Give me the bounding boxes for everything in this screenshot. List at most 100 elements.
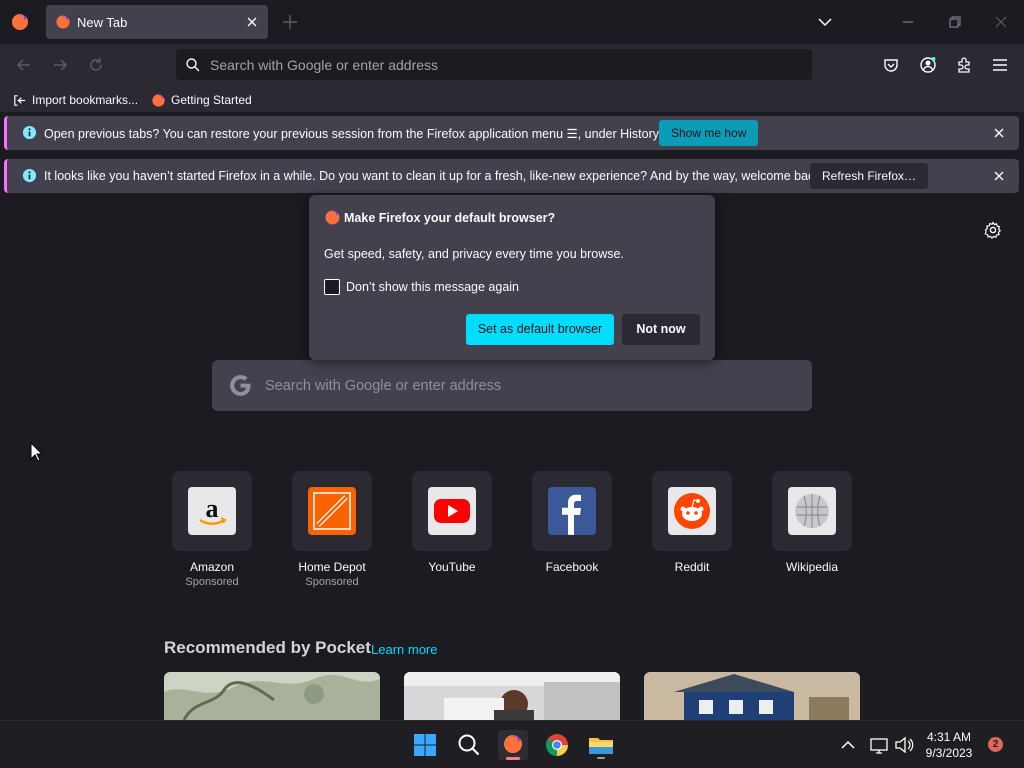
pocket-card[interactable] xyxy=(404,672,620,720)
clock-date: 9/3/2023 xyxy=(925,746,973,760)
refresh-firefox-message: It looks like you haven’t started Firefo… xyxy=(44,169,825,183)
google-icon xyxy=(228,373,253,398)
top-site-tile[interactable] xyxy=(292,471,372,551)
bookmarks-toolbar: Import bookmarks... Getting Started xyxy=(0,86,1024,112)
amazon-icon: a xyxy=(188,487,236,535)
navigation-bar: Search with Google or enter address xyxy=(0,44,1024,86)
top-site-tile[interactable]: a xyxy=(172,471,252,551)
top-site-tile[interactable] xyxy=(412,471,492,551)
refresh-firefox-notification: It looks like you haven’t started Firefo… xyxy=(4,159,1019,193)
top-site-facebook[interactable]: Facebook xyxy=(532,471,612,574)
mouse-cursor-icon xyxy=(30,442,44,462)
pocket-section-title: Recommended by Pocket xyxy=(164,638,371,657)
search-icon xyxy=(185,57,201,73)
chrome-icon[interactable] xyxy=(542,730,572,760)
firefox-tab-icon xyxy=(55,14,71,30)
import-bookmarks-label: Import bookmarks... xyxy=(32,93,139,107)
info-icon xyxy=(22,125,37,140)
dialog-title: Make Firefox your default browser? xyxy=(344,211,556,225)
pocket-icon[interactable] xyxy=(881,55,901,75)
info-icon xyxy=(22,168,37,183)
firefox-logo-icon[interactable] xyxy=(10,12,30,32)
forward-icon[interactable] xyxy=(50,55,70,75)
svg-text:a: a xyxy=(206,494,219,523)
top-site-name: Wikipedia xyxy=(785,560,839,574)
top-site-amazon[interactable]: a Amazon Sponsored xyxy=(172,471,252,588)
extensions-icon[interactable] xyxy=(954,55,974,75)
import-icon xyxy=(14,94,26,106)
close-window-icon[interactable] xyxy=(991,12,1011,32)
getting-started-bookmark[interactable]: Getting Started xyxy=(151,91,252,109)
restore-session-notification: Open previous tabs? You can restore your… xyxy=(4,116,1019,150)
top-site-wikipedia[interactable]: Wikipedia xyxy=(772,471,852,574)
top-site-tile[interactable] xyxy=(772,471,852,551)
gear-icon[interactable] xyxy=(983,220,1003,240)
volume-icon[interactable] xyxy=(893,730,915,760)
close-tab-icon[interactable] xyxy=(244,14,260,30)
address-bar[interactable]: Search with Google or enter address xyxy=(176,49,812,80)
home-depot-icon xyxy=(308,487,356,535)
getting-started-label: Getting Started xyxy=(171,93,252,107)
title-bar: New Tab xyxy=(0,0,1024,44)
dialog-body: Get speed, safety, and privacy every tim… xyxy=(324,247,624,261)
restore-session-message: Open previous tabs? You can restore your… xyxy=(44,127,662,141)
search-icon[interactable] xyxy=(454,730,484,760)
pocket-card-image xyxy=(644,672,860,720)
pocket-learn-more-link[interactable]: Learn more xyxy=(371,642,437,657)
top-site-name: Facebook xyxy=(545,560,599,574)
show-me-how-button[interactable]: Show me how xyxy=(659,120,759,146)
top-site-home-depot[interactable]: Home Depot Sponsored xyxy=(292,471,372,588)
pocket-card-image xyxy=(404,672,620,720)
close-icon[interactable] xyxy=(992,169,1006,183)
network-icon[interactable] xyxy=(868,730,890,760)
top-site-name: Amazon xyxy=(189,560,235,574)
not-now-button[interactable]: Not now xyxy=(622,314,700,345)
tab-new-tab[interactable]: New Tab xyxy=(46,5,268,39)
top-site-tile[interactable] xyxy=(532,471,612,551)
back-icon[interactable] xyxy=(14,55,34,75)
top-site-youtube[interactable]: YouTube xyxy=(412,471,492,574)
top-site-tile[interactable] xyxy=(652,471,732,551)
tab-title: New Tab xyxy=(77,15,128,30)
pocket-card[interactable] xyxy=(164,672,380,720)
top-site-name: Reddit xyxy=(674,560,710,574)
refresh-firefox-button[interactable]: Refresh Firefox… xyxy=(810,163,929,189)
search-placeholder: Search with Google or enter address xyxy=(265,378,502,394)
new-tab-icon[interactable] xyxy=(280,12,300,32)
set-default-browser-button[interactable]: Set as default browser xyxy=(466,314,614,345)
top-site-name: YouTube xyxy=(428,560,476,574)
default-browser-dialog: Make Firefox your default browser? Get s… xyxy=(309,195,715,360)
restore-icon[interactable] xyxy=(945,12,965,32)
clock-time: 4:31 AM xyxy=(926,730,972,744)
pocket-card[interactable] xyxy=(644,672,860,720)
sponsored-label: Sponsored xyxy=(185,576,239,588)
firefox-taskbar-icon[interactable] xyxy=(498,730,528,760)
dont-show-again-label[interactable]: Don’t show this message again xyxy=(346,280,519,294)
close-icon[interactable] xyxy=(992,126,1006,140)
youtube-icon xyxy=(428,487,476,535)
dont-show-again-checkbox[interactable] xyxy=(324,279,340,295)
file-explorer-icon[interactable] xyxy=(586,730,616,760)
pocket-card-image xyxy=(164,672,380,720)
notification-badge[interactable]: 2 xyxy=(988,737,1003,752)
windows-taskbar: 4:31 AM 9/3/2023 2 xyxy=(0,720,1024,768)
address-bar-placeholder: Search with Google or enter address xyxy=(210,57,439,73)
newtab-search-box[interactable]: Search with Google or enter address xyxy=(212,360,812,411)
chevron-up-icon[interactable] xyxy=(838,730,858,760)
windows-start-icon[interactable] xyxy=(410,730,440,760)
reload-icon[interactable] xyxy=(86,55,106,75)
minimize-icon[interactable] xyxy=(898,12,918,32)
account-icon[interactable] xyxy=(918,55,938,75)
firefox-bookmark-icon xyxy=(152,93,165,107)
sponsored-label: Sponsored xyxy=(305,576,359,588)
hamburger-menu-icon[interactable] xyxy=(990,55,1010,75)
facebook-icon xyxy=(548,487,596,535)
top-site-reddit[interactable]: Reddit xyxy=(652,471,732,574)
top-site-name: Home Depot xyxy=(298,560,366,574)
import-bookmarks-button[interactable]: Import bookmarks... xyxy=(12,91,138,109)
firefox-logo-icon xyxy=(324,209,341,226)
wikipedia-icon xyxy=(788,487,836,535)
reddit-icon xyxy=(668,487,716,535)
chevron-down-icon[interactable] xyxy=(817,14,833,30)
system-clock[interactable]: 4:31 AM 9/3/2023 xyxy=(920,729,978,761)
